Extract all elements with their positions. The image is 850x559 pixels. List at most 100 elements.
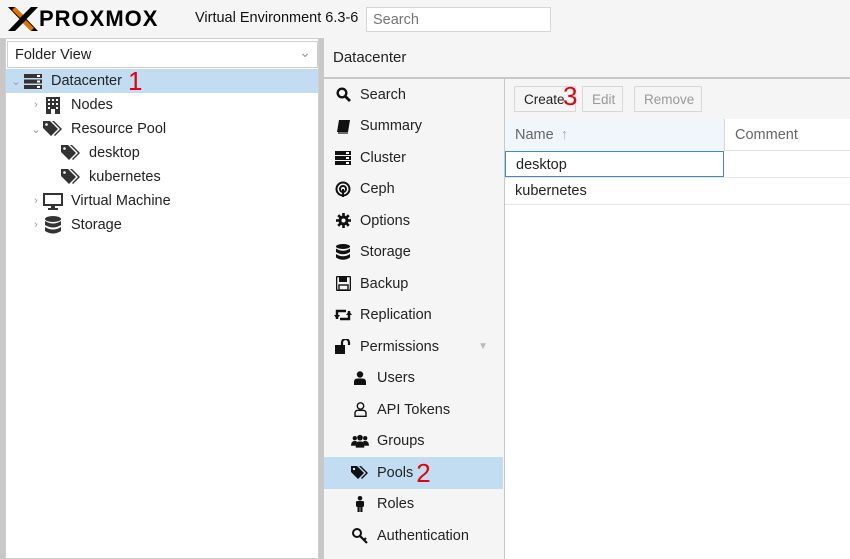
content-header: Datacenter: [324, 38, 850, 77]
grid-header: Name ↑ Comment: [505, 119, 850, 151]
top-bar: PROXMOX Virtual Environment 6.3-6: [0, 0, 850, 38]
user-outline-icon: [351, 402, 369, 418]
ceph-icon: [334, 181, 352, 198]
tags-icon: [60, 144, 82, 162]
tree-node-label: Datacenter: [51, 73, 122, 89]
unlock-icon: [334, 339, 352, 355]
tree-node-datacenter[interactable]: ⌄ Datacenter 1: [6, 66, 318, 96]
nav-item-storage[interactable]: Storage: [324, 237, 504, 269]
proxmox-x-icon: [8, 7, 38, 31]
search-icon: [334, 87, 352, 103]
nav-item-label: Cluster: [360, 149, 406, 166]
server-icon: [334, 150, 352, 165]
tree-node-virtual-machine[interactable]: › Virtual Machine: [6, 189, 318, 213]
expand-chevron-icon[interactable]: ›: [30, 195, 42, 207]
tree-node-nodes[interactable]: › Nodes: [6, 93, 318, 117]
edit-button-label: Edit: [592, 92, 616, 107]
nav-item-label: Search: [360, 86, 406, 103]
logo-wordmark: PROXMOX: [39, 6, 159, 31]
nav-item-groups[interactable]: Groups: [324, 426, 504, 458]
nav-item-roles[interactable]: Roles: [324, 489, 504, 521]
create-button[interactable]: Create 3: [514, 81, 578, 112]
database-icon: [334, 244, 352, 260]
view-select[interactable]: Folder View ⌄: [7, 41, 318, 68]
database-icon: [42, 216, 64, 234]
column-header-name[interactable]: Name ↑: [505, 119, 725, 151]
column-header-label: Comment: [735, 127, 798, 143]
gear-icon: [334, 213, 352, 229]
datacenter-nav-menu: Search Summary Cluster Ceph Options Stor…: [324, 79, 504, 559]
nav-item-label: Storage: [360, 244, 411, 261]
tree-node-label: kubernetes: [89, 169, 161, 185]
user-icon: [351, 371, 369, 386]
nav-item-label: Ceph: [360, 181, 395, 198]
monitor-icon: [42, 192, 64, 210]
nav-item-label: Pools: [377, 464, 414, 481]
tags-icon: [351, 465, 369, 480]
table-row[interactable]: desktop: [505, 151, 850, 178]
toolbar: Create 3 Edit Remove: [505, 79, 850, 119]
page-title: Datacenter: [333, 49, 407, 66]
tree-node-label: Resource Pool: [71, 121, 167, 137]
sort-ascending-icon: ↑: [560, 127, 568, 143]
annotation-marker-1: 1: [127, 66, 143, 96]
tree-node-label: Virtual Machine: [71, 193, 171, 209]
tree-node-kubernetes[interactable]: kubernetes: [6, 165, 318, 189]
column-header-label: Name: [515, 127, 554, 143]
nav-item-label: Groups: [377, 433, 425, 450]
nav-item-label: Permissions: [360, 338, 439, 355]
collapse-caret-icon[interactable]: ▼: [478, 341, 488, 352]
remove-button-label: Remove: [644, 92, 695, 107]
nav-item-search[interactable]: Search: [324, 79, 504, 111]
tree-node-label: desktop: [89, 145, 140, 161]
male-icon: [351, 496, 369, 513]
nav-item-label: Backup: [360, 275, 409, 292]
nav-item-label: Options: [360, 212, 410, 229]
key-icon: [351, 527, 369, 544]
nav-item-summary[interactable]: Summary: [324, 111, 504, 143]
search-input[interactable]: [366, 7, 551, 32]
pool-name-cell: kubernetes: [515, 183, 587, 199]
chevron-down-icon[interactable]: ⌄: [299, 44, 311, 61]
collapse-chevron-icon[interactable]: ⌄: [10, 75, 22, 88]
retweet-icon: [334, 308, 352, 322]
view-select-value: Folder View: [15, 47, 92, 63]
edit-button[interactable]: Edit: [582, 86, 623, 112]
tree-node-resource-pool[interactable]: ⌄ Resource Pool: [6, 117, 318, 141]
nav-item-ceph[interactable]: Ceph: [324, 174, 504, 206]
resource-tree: ⌄ Datacenter 1 › Nodes ⌄ Resource Pool d…: [6, 66, 318, 237]
collapse-chevron-icon[interactable]: ⌄: [30, 123, 42, 136]
expand-chevron-icon[interactable]: ›: [30, 219, 42, 231]
table-row[interactable]: kubernetes: [505, 178, 850, 205]
nav-item-label: API Tokens: [377, 401, 451, 418]
tags-icon: [42, 120, 64, 138]
expand-chevron-icon[interactable]: ›: [30, 99, 42, 111]
pools-panel: Create 3 Edit Remove Name ↑ Comment desk…: [505, 79, 850, 559]
nav-item-label: Summary: [360, 118, 423, 135]
nav-item-replication[interactable]: Replication: [324, 300, 504, 332]
floppy-icon: [334, 276, 352, 292]
nav-item-users[interactable]: Users: [324, 363, 504, 395]
users-icon: [351, 434, 369, 448]
tree-node-storage[interactable]: › Storage: [6, 213, 318, 237]
column-header-comment[interactable]: Comment: [725, 119, 850, 151]
nav-item-label: Replication: [360, 307, 432, 324]
annotation-marker-3: 3: [563, 81, 578, 111]
nav-item-backup[interactable]: Backup: [324, 268, 504, 300]
nav-item-api-tokens[interactable]: API Tokens: [324, 394, 504, 426]
nav-item-pools[interactable]: Pools 2: [324, 457, 503, 489]
tree-node-label: Nodes: [71, 97, 113, 113]
pool-name-cell: desktop: [505, 151, 724, 177]
create-button-label: Create: [524, 92, 565, 107]
version-label: Virtual Environment 6.3-6: [195, 10, 359, 26]
nav-item-options[interactable]: Options: [324, 205, 504, 237]
nav-item-permissions[interactable]: Permissions ▼: [324, 331, 504, 363]
nav-item-cluster[interactable]: Cluster: [324, 142, 504, 174]
nav-item-authentication[interactable]: Authentication: [324, 520, 504, 552]
resource-tree-panel: Folder View ⌄ ⌄ Datacenter 1 › Nodes ⌄ R…: [5, 38, 319, 559]
building-icon: [42, 96, 64, 114]
tree-node-desktop[interactable]: desktop: [6, 141, 318, 165]
remove-button[interactable]: Remove: [634, 86, 702, 112]
proxmox-logo[interactable]: PROXMOX: [8, 7, 158, 31]
tags-icon: [60, 168, 82, 186]
